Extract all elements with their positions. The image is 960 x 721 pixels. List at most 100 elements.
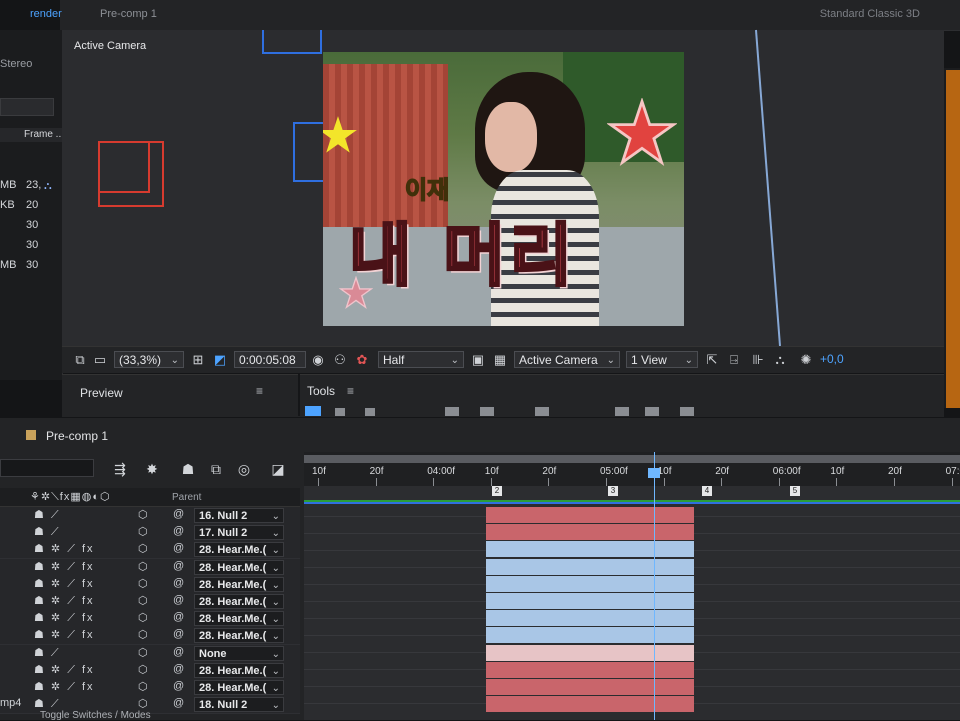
parent-dropdown[interactable]: 17. Null 2 ⌄ [194,525,284,541]
tools-icon-strip[interactable] [305,404,705,416]
pick-whip-icon[interactable]: @ [173,508,184,520]
transparency-grid-icon[interactable]: ▦ [492,352,508,368]
yellow-star-icon[interactable] [323,114,359,156]
parent-dropdown[interactable]: 28. Hear.Me.(⌄ [194,680,284,695]
layer-row[interactable]: ☗ ✲ ⟋ fx ⬡ @28. Hear.Me.(⌄ [0,679,300,697]
pick-whip-icon[interactable]: @ [173,611,184,623]
timeline-icon[interactable]: ⊪ [750,352,766,368]
hamburger-menu-icon[interactable]: ≡ [347,384,354,398]
layer-row[interactable]: ☗ ⟋ ⬡ @ None ⌄ [0,644,300,663]
3d-layer-icon[interactable]: ⬡ [138,594,148,607]
layer-row[interactable]: ☗ ✲ ⟋ fx ⬡ @28. Hear.Me.(⌄ [0,541,300,560]
pick-whip-icon[interactable]: @ [173,577,184,589]
3d-layer-icon[interactable]: ⬡ [138,646,148,659]
project-search-input[interactable] [0,98,54,116]
3d-layer-icon[interactable]: ⬡ [138,542,148,555]
layer-duration-bar[interactable] [486,679,694,695]
comp-marker[interactable]: 2 [492,486,502,496]
region-of-interest-icon[interactable]: ▣ [470,352,486,368]
parent-dropdown[interactable]: 28. Hear.Me.(⌄ [194,576,284,592]
parent-dropdown[interactable]: 18. Null 2 ⌄ [194,697,284,713]
current-time-indicator[interactable] [654,452,655,720]
layer-duration-bar[interactable] [486,558,694,575]
pick-whip-icon[interactable]: @ [173,646,184,658]
panel-divider[interactable] [298,374,300,416]
composition-frame[interactable]: 이재 내 머리 [323,52,684,326]
show-snapshot-icon[interactable]: ⚇ [332,352,348,368]
layer-duration-bar[interactable] [486,507,694,523]
layer-duration-bar[interactable] [486,575,694,592]
3d-layer-icon[interactable]: ⬡ [138,525,148,538]
parent-dropdown[interactable]: 28. Hear.Me.(⌄ [194,594,284,609]
layer-duration-bar[interactable] [486,524,694,541]
monitor-icon[interactable]: ▭ [92,352,108,368]
layer-switches[interactable]: ☗ ⟋ [34,525,61,539]
tab-render[interactable]: render [30,8,62,20]
timeline-search-input[interactable] [0,459,94,477]
motion-blur-icon[interactable]: ◎ [234,460,254,478]
layer-duration-bar[interactable] [486,661,694,678]
reset-exposure-icon[interactable]: ✺ [798,352,814,368]
3d-layer-icon[interactable]: ⬡ [138,611,148,624]
workspace-label[interactable]: Standard Classic 3D [820,8,920,20]
layer-switches[interactable]: ☗ ✲ ⟋ fx [34,577,95,591]
3d-layer-icon[interactable]: ⬡ [138,560,148,573]
blue-layer-outline-side[interactable] [293,122,323,182]
pick-whip-icon[interactable]: @ [173,697,184,709]
tools-panel-title[interactable]: Tools [307,384,335,398]
pick-whip-icon[interactable]: @ [173,663,184,675]
layer-duration-bar[interactable] [486,644,694,661]
parent-column-header[interactable]: Parent [172,492,201,503]
layer-row[interactable]: ☗ ⟋ ⬡ @17. Null 2 ⌄ [0,524,300,543]
layer-row[interactable]: ☗ ✲ ⟋ fx ⬡ @28. Hear.Me.(⌄ [0,593,300,611]
parent-dropdown[interactable]: 28. Hear.Me.(⌄ [194,542,284,558]
layer-switches[interactable]: ☗ ✲ ⟋ fx [34,611,95,625]
timecode-field[interactable]: 0:00:05:08 [234,351,306,368]
3d-layer-icon[interactable]: ⬡ [138,508,148,521]
fast-previews-icon[interactable]: ⍈ [726,352,742,368]
3d-layer-icon[interactable]: ⬡ [138,628,148,641]
work-area-bar[interactable] [304,455,960,463]
red-layer-outline-inner[interactable] [98,141,150,193]
layer-switches[interactable]: ☗ ✲ ⟋ fx [34,628,95,642]
right-panel-highlight[interactable] [946,70,960,408]
pick-whip-icon[interactable]: @ [173,594,184,606]
layer-row[interactable]: ☗ ✲ ⟋ fx ⬡ @28. Hear.Me.(⌄ [0,661,300,680]
parent-dropdown[interactable]: 28. Hear.Me.(⌄ [194,628,284,644]
frame-rate-column-header[interactable]: Frame ... [24,129,64,140]
3d-layer-icon[interactable]: ⬡ [138,697,148,710]
zoom-dropdown[interactable]: (33,3%) ⌄ [114,351,184,368]
layer-row[interactable]: ☗ ✲ ⟋ fx ⬡ @28. Hear.Me.(⌄ [0,575,300,594]
layer-switches[interactable]: ☗ ✲ ⟋ fx [34,594,95,608]
parent-dropdown[interactable]: 28. Hear.Me.(⌄ [194,662,284,678]
layer-switches[interactable]: ☗ ✲ ⟋ fx [34,542,95,556]
safe-zones-icon[interactable]: ⊞ [190,352,206,368]
graph-editor-icon[interactable]: ◪ [268,460,288,478]
caption-main-text[interactable]: 내 머리 [347,200,576,299]
flowchart-icon[interactable]: ⛬ [772,352,788,368]
parent-dropdown[interactable]: None ⌄ [194,645,284,661]
layer-row[interactable]: ☗ ✲ ⟋ fx ⬡ @28. Hear.Me.(⌄ [0,627,300,646]
layer-duration-bar[interactable] [486,627,694,644]
draft-3d-icon[interactable]: ✸ [142,460,162,478]
layer-row[interactable]: ☗ ✲ ⟋ fx ⬡ @28. Hear.Me.(⌄ [0,558,300,577]
pick-whip-icon[interactable]: @ [173,542,184,554]
layer-duration-bar[interactable] [486,696,694,713]
parent-dropdown[interactable]: 28. Hear.Me.(⌄ [194,611,284,627]
timeline-comp-tab[interactable]: Pre-comp 1 [46,429,108,443]
color-channels-icon[interactable]: ✿ [354,352,370,368]
composition-mini-flowchart-icon[interactable]: ⇶ [110,460,130,478]
resolution-dropdown[interactable]: Half ⌄ [378,351,464,368]
parent-dropdown[interactable]: 16. Null 2 ⌄ [194,508,284,523]
camera-view-dropdown[interactable]: Active Camera ⌄ [514,351,620,368]
comp-marker[interactable]: 5 [790,486,800,496]
layer-switches[interactable]: ☗ ✲ ⟋ fx [34,560,95,574]
hamburger-menu-icon[interactable]: ≡ [256,384,263,398]
camera-snapshot-icon[interactable]: ◉ [310,352,326,368]
always-preview-icon[interactable]: ⧉ [72,352,88,368]
red-star-icon[interactable] [607,98,677,168]
comp-marker[interactable]: 4 [702,486,712,496]
toggle-switches-modes[interactable]: Toggle Switches / Modes [40,710,151,721]
parent-dropdown[interactable]: 28. Hear.Me.(⌄ [194,559,284,575]
layer-duration-bar[interactable] [486,541,694,558]
